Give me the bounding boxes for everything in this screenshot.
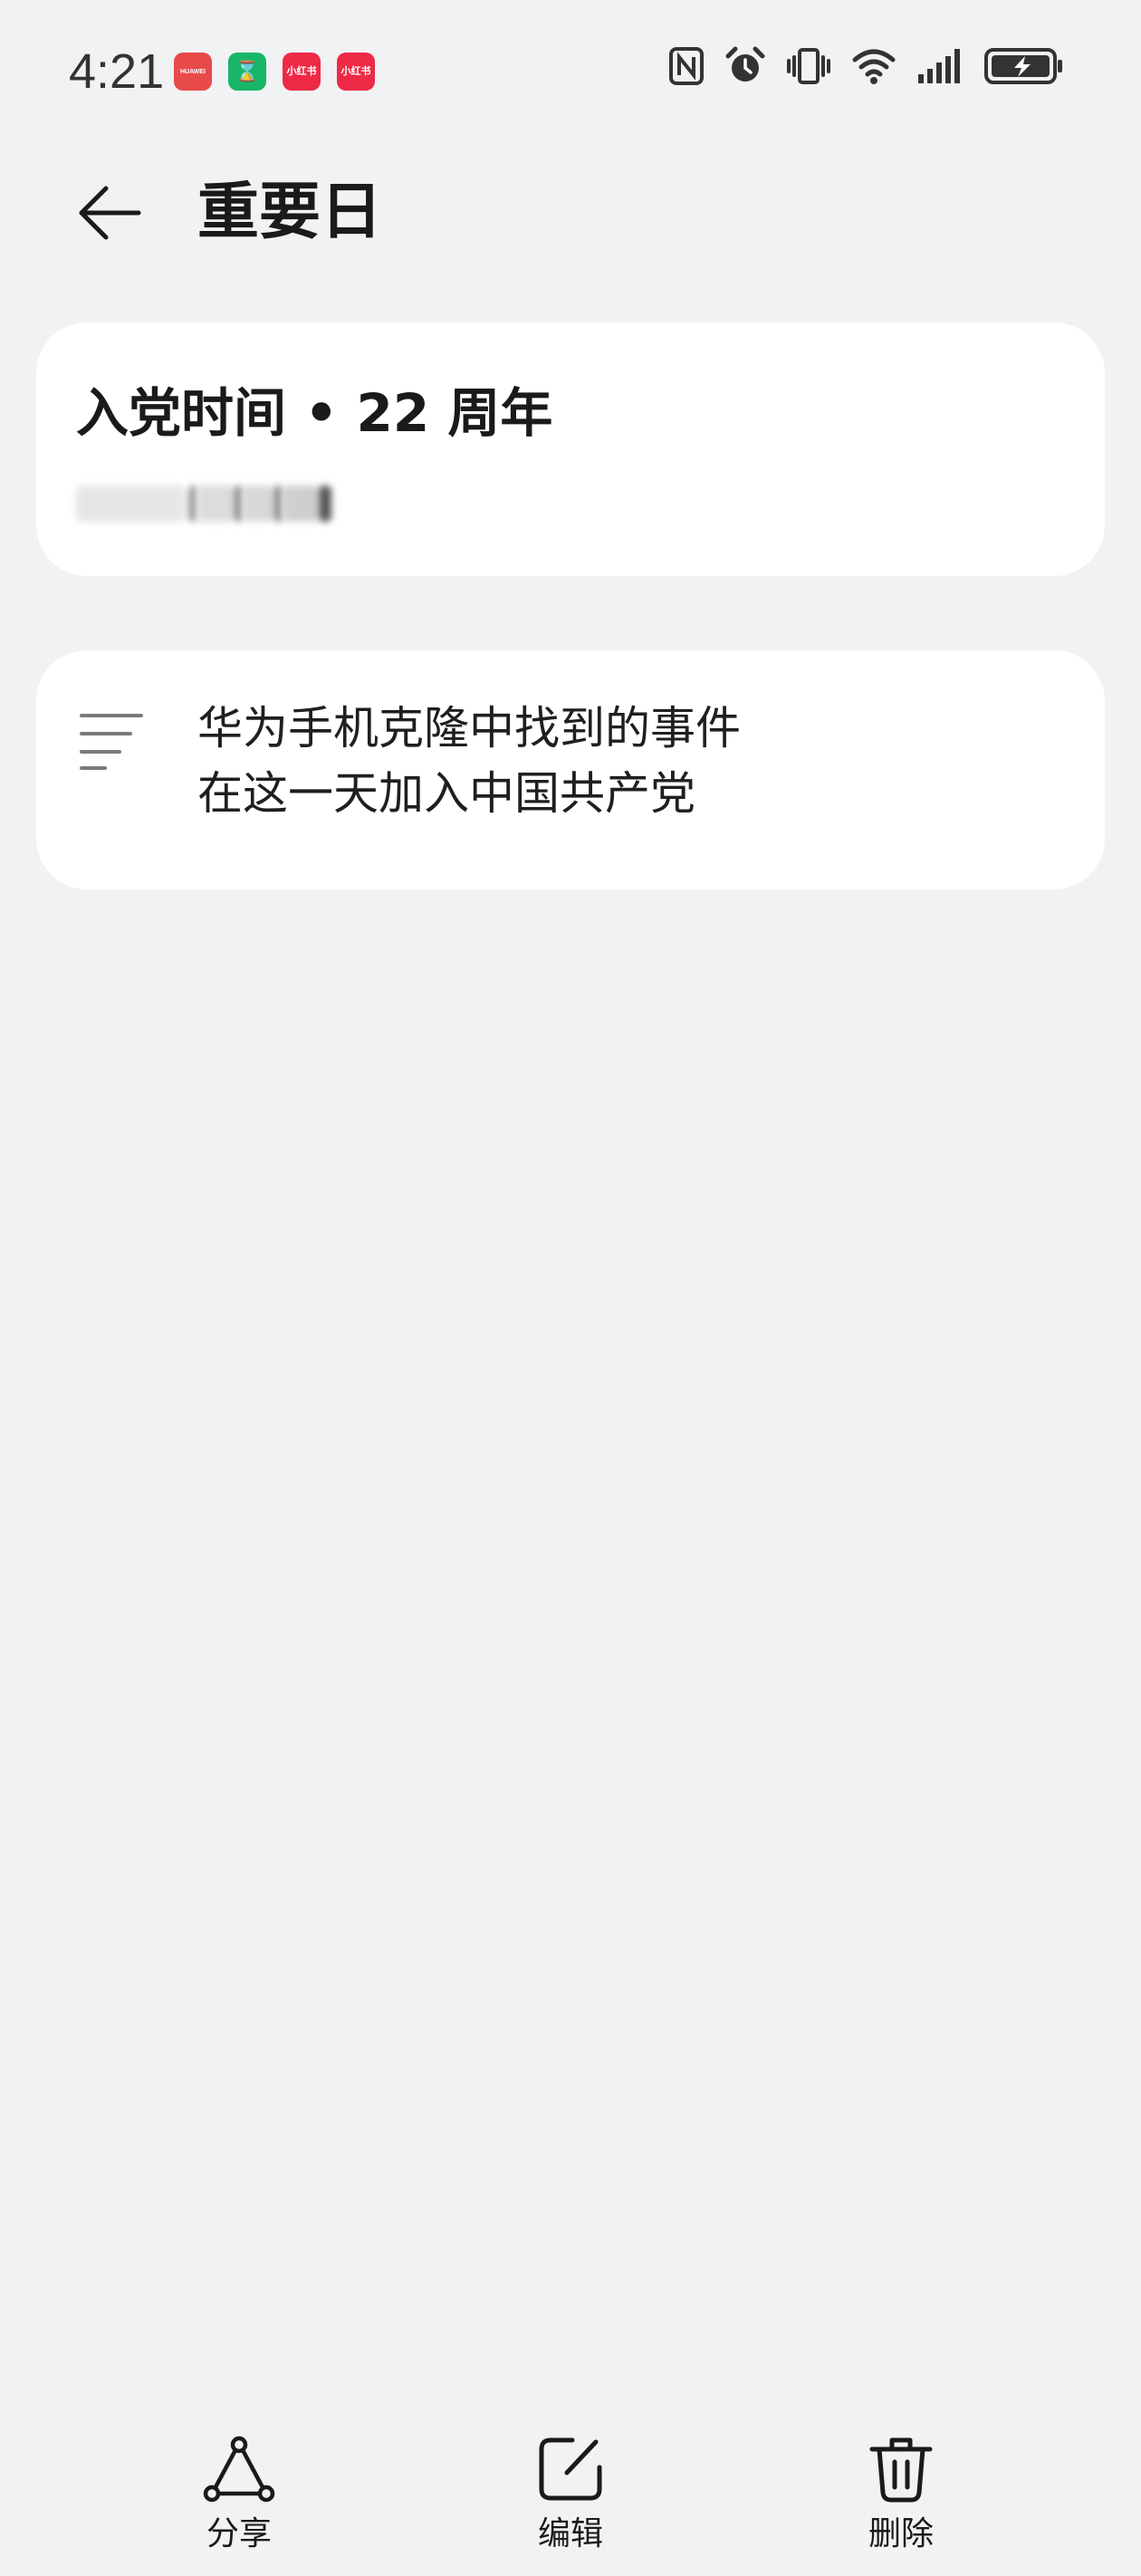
nfc-icon xyxy=(668,46,705,86)
note-text: 华为手机克隆中找到的事件 在这一天加入中国共产党 xyxy=(197,696,741,826)
edit-button[interactable]: 编辑 xyxy=(480,2431,661,2567)
notification-label: ⌛ xyxy=(235,60,260,82)
hourglass-app-icon: ⌛ xyxy=(228,53,266,91)
wifi-icon xyxy=(851,47,896,85)
battery-charging-icon xyxy=(983,46,1065,86)
notification-icons: HUAWEI ⌛ 小红书 小红书 xyxy=(174,53,375,91)
notification-label: 小红书 xyxy=(286,65,317,77)
bottom-toolbar: 分享 编辑 删除 xyxy=(0,2409,1141,2576)
back-button[interactable] xyxy=(69,172,150,254)
status-bar: 4:21 HUAWEI ⌛ 小红书 小红书 xyxy=(0,0,1141,145)
page-title: 重要日 xyxy=(197,177,383,248)
status-time: 4:21 xyxy=(69,44,165,99)
event-title: 入党时间 • 22 周年 xyxy=(76,382,553,444)
page-header: 重要日 xyxy=(0,145,1141,281)
share-label: 分享 xyxy=(206,2515,272,2552)
notes-lines-icon xyxy=(78,712,145,775)
xiaohongshu-icon: 小红书 xyxy=(337,53,375,91)
notification-label: 小红书 xyxy=(340,65,371,77)
trash-icon xyxy=(863,2431,939,2507)
delete-label: 删除 xyxy=(868,2515,934,2552)
vibrate-icon xyxy=(786,46,831,86)
arrow-left-icon xyxy=(79,186,141,240)
note-line: 在这一天加入中国共产党 xyxy=(197,767,695,820)
xiaohongshu-icon: 小红书 xyxy=(283,53,321,91)
alarm-icon xyxy=(724,45,766,87)
signal-icon xyxy=(916,47,964,85)
note-line: 华为手机克隆中找到的事件 xyxy=(197,702,741,755)
share-button[interactable]: 分享 xyxy=(149,2431,330,2567)
share-icon xyxy=(201,2431,277,2507)
edit-icon xyxy=(532,2431,609,2507)
event-card[interactable]: 入党时间 • 22 周年 xyxy=(36,322,1105,576)
huawei-appgallery-icon: HUAWEI xyxy=(174,53,212,91)
delete-button[interactable]: 删除 xyxy=(810,2431,992,2567)
edit-label: 编辑 xyxy=(537,2515,603,2552)
system-icons xyxy=(668,45,1065,87)
note-card[interactable]: 华为手机克隆中找到的事件 在这一天加入中国共产党 xyxy=(36,650,1105,889)
notification-label: HUAWEI xyxy=(180,68,206,75)
event-date-redacted xyxy=(76,482,348,525)
